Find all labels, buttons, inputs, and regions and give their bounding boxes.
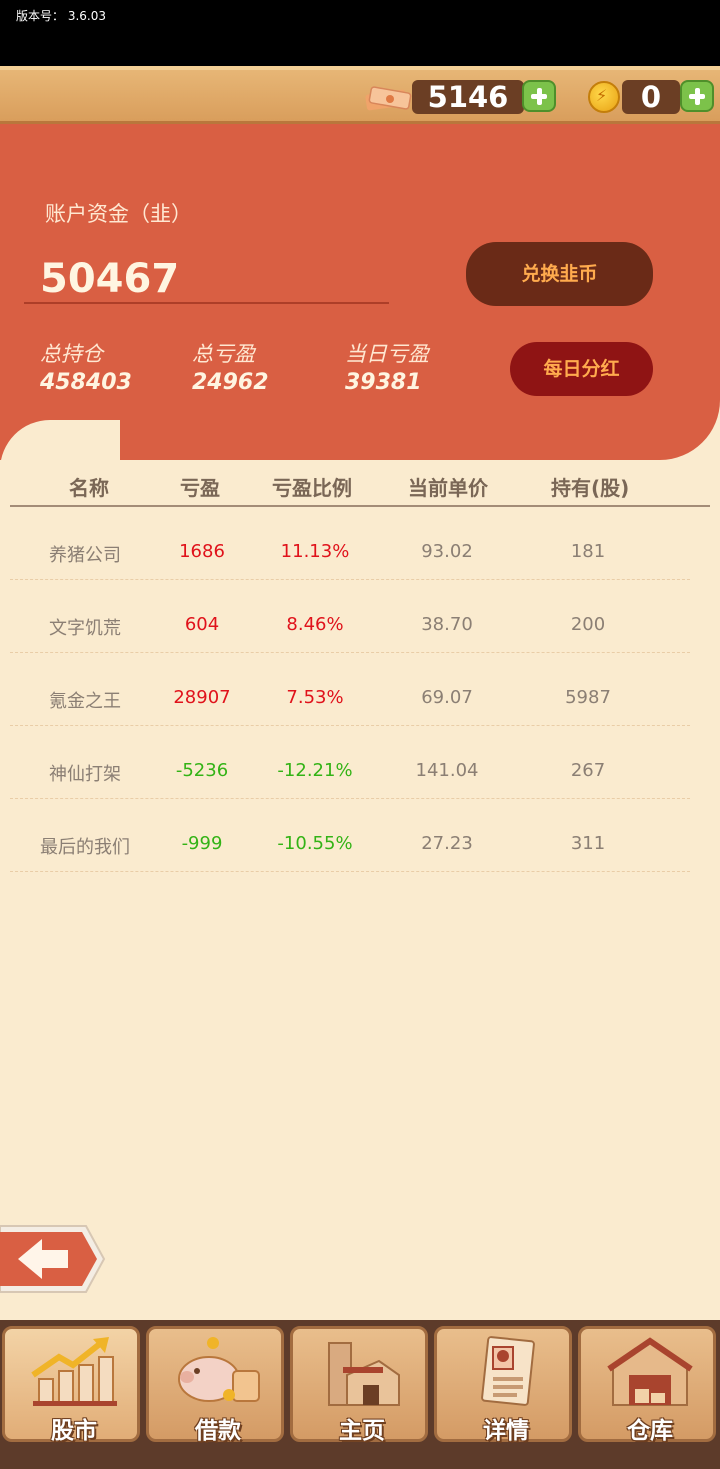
- cell-ratio: -12.21%: [277, 760, 353, 781]
- exchange-button[interactable]: 兑换韭币: [466, 242, 653, 306]
- daily-pnl-label: 当日亏盈: [345, 342, 429, 366]
- cell-price: 38.70: [421, 614, 473, 635]
- cell-shares: 5987: [565, 687, 611, 708]
- total-holdings-label: 总持仓: [40, 342, 103, 366]
- version-bar: 版本号： 3.6.03: [0, 0, 720, 66]
- bottom-nav: 股市 借款 主页 详情 仓库: [0, 1320, 720, 1469]
- account-underline: [24, 302, 389, 304]
- cell-name: 养猪公司: [49, 545, 121, 566]
- daily-dividend-button[interactable]: 每日分红: [510, 342, 653, 396]
- cell-shares: 267: [570, 760, 606, 781]
- header-divider: [10, 505, 710, 507]
- cell-pnl: -999: [181, 833, 223, 854]
- nav-stock-market[interactable]: 股市: [2, 1326, 140, 1444]
- cash-counter: 5146: [412, 80, 524, 114]
- cell-pnl: 28907: [173, 687, 231, 708]
- nav-label: 股市: [51, 1418, 97, 1444]
- header-shares: 持有(股): [551, 476, 630, 500]
- cell-price: 69.07: [421, 687, 473, 708]
- cell-price: 93.02: [421, 541, 473, 562]
- cell-shares: 200: [570, 614, 606, 635]
- row-divider: [10, 652, 690, 653]
- cell-price: 141.04: [415, 760, 479, 781]
- cell-name: 文字饥荒: [49, 618, 121, 639]
- piggy-bank-icon: [178, 1337, 260, 1402]
- coin-counter: 0: [622, 80, 680, 114]
- row-divider: [10, 798, 690, 799]
- cell-shares: 311: [570, 833, 606, 854]
- cell-name: 氪金之王: [49, 691, 121, 712]
- stock-chart-icon: [31, 1337, 117, 1406]
- cell-ratio: -10.55%: [277, 833, 353, 854]
- cell-pnl: -5236: [175, 760, 229, 781]
- row-divider: [10, 579, 690, 580]
- total-pnl-label: 总亏盈: [192, 342, 255, 366]
- row-divider: [10, 725, 690, 726]
- total-pnl-value: 24962: [192, 370, 269, 395]
- resource-bar-edge: [0, 66, 720, 70]
- header-ratio: 亏盈比例: [272, 476, 352, 500]
- nav-warehouse[interactable]: 仓库: [578, 1326, 716, 1444]
- nav-label: 借款: [195, 1418, 241, 1444]
- nav-details[interactable]: 详情: [434, 1326, 572, 1444]
- nav-label: 仓库: [627, 1418, 673, 1444]
- account-funds-label: 账户资金（韭）: [45, 202, 192, 226]
- add-cash-button[interactable]: [522, 80, 556, 112]
- add-coin-button[interactable]: [680, 80, 714, 112]
- daily-pnl-value: 39381: [345, 370, 422, 395]
- cell-ratio: 8.46%: [286, 614, 344, 635]
- header-pnl: 亏盈: [180, 476, 220, 500]
- header-price: 当前单价: [408, 476, 488, 500]
- cell-name: 最后的我们: [40, 837, 130, 858]
- cell-price: 27.23: [421, 833, 473, 854]
- account-funds-value: 50467: [40, 256, 180, 302]
- cell-shares: 181: [570, 541, 606, 562]
- version-label: 版本号： 3.6.03: [16, 9, 106, 23]
- cell-name: 神仙打架: [49, 764, 121, 785]
- nav-label: 主页: [339, 1418, 385, 1444]
- nav-loan[interactable]: 借款: [146, 1326, 284, 1444]
- cell-pnl: 1686: [179, 541, 225, 562]
- nav-home[interactable]: 主页: [290, 1326, 428, 1444]
- nav-label: 详情: [483, 1418, 529, 1444]
- total-holdings-value: 458403: [40, 370, 132, 395]
- warehouse-icon: [607, 1337, 693, 1406]
- row-divider: [10, 871, 690, 872]
- cell-pnl: 604: [184, 614, 220, 635]
- cell-ratio: 7.53%: [286, 687, 344, 708]
- header-name: 名称: [69, 476, 109, 500]
- back-arrow-icon[interactable]: [0, 1222, 108, 1296]
- coin-icon: [588, 81, 620, 113]
- profile-doc-icon: [481, 1336, 535, 1406]
- cell-ratio: 11.13%: [280, 541, 350, 562]
- cash-icon: [365, 86, 412, 111]
- house-icon: [328, 1342, 400, 1406]
